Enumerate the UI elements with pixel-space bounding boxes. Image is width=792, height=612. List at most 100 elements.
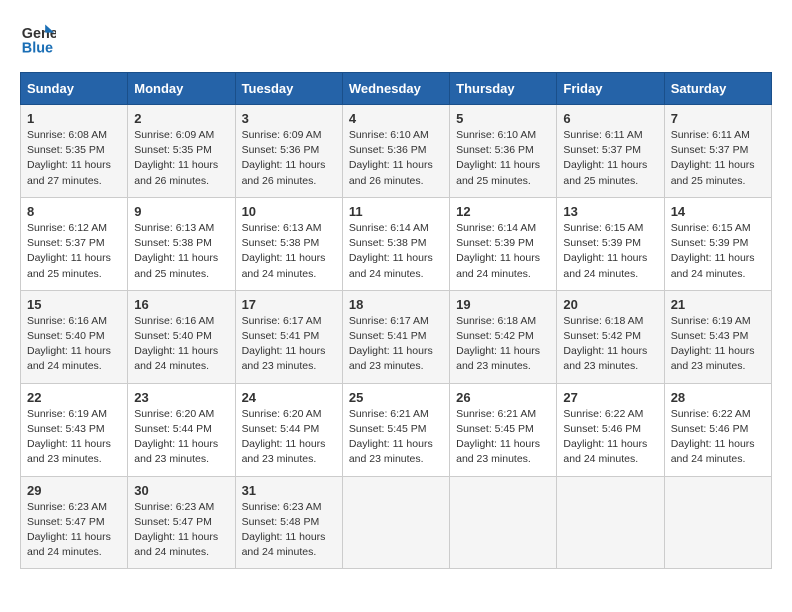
calendar-cell: 4 Sunrise: 6:10 AMSunset: 5:36 PMDayligh… [342, 105, 449, 198]
day-info: Sunrise: 6:22 AMSunset: 5:46 PMDaylight:… [563, 408, 647, 466]
calendar-cell: 25 Sunrise: 6:21 AMSunset: 5:45 PMDaylig… [342, 383, 449, 476]
header-sunday: Sunday [21, 73, 128, 105]
day-number: 2 [134, 111, 228, 126]
calendar-cell: 8 Sunrise: 6:12 AMSunset: 5:37 PMDayligh… [21, 197, 128, 290]
day-number: 25 [349, 390, 443, 405]
day-info: Sunrise: 6:16 AMSunset: 5:40 PMDaylight:… [27, 315, 111, 373]
day-info: Sunrise: 6:16 AMSunset: 5:40 PMDaylight:… [134, 315, 218, 373]
day-number: 15 [27, 297, 121, 312]
calendar-week-4: 22 Sunrise: 6:19 AMSunset: 5:43 PMDaylig… [21, 383, 772, 476]
day-info: Sunrise: 6:18 AMSunset: 5:42 PMDaylight:… [456, 315, 540, 373]
day-info: Sunrise: 6:23 AMSunset: 5:47 PMDaylight:… [134, 501, 218, 559]
day-info: Sunrise: 6:13 AMSunset: 5:38 PMDaylight:… [242, 222, 326, 280]
calendar-cell: 23 Sunrise: 6:20 AMSunset: 5:44 PMDaylig… [128, 383, 235, 476]
day-info: Sunrise: 6:18 AMSunset: 5:42 PMDaylight:… [563, 315, 647, 373]
calendar-week-3: 15 Sunrise: 6:16 AMSunset: 5:40 PMDaylig… [21, 290, 772, 383]
day-number: 13 [563, 204, 657, 219]
calendar-header-row: SundayMondayTuesdayWednesdayThursdayFrid… [21, 73, 772, 105]
day-info: Sunrise: 6:15 AMSunset: 5:39 PMDaylight:… [563, 222, 647, 280]
day-number: 10 [242, 204, 336, 219]
day-info: Sunrise: 6:14 AMSunset: 5:38 PMDaylight:… [349, 222, 433, 280]
header-monday: Monday [128, 73, 235, 105]
day-number: 3 [242, 111, 336, 126]
day-info: Sunrise: 6:12 AMSunset: 5:37 PMDaylight:… [27, 222, 111, 280]
day-info: Sunrise: 6:09 AMSunset: 5:35 PMDaylight:… [134, 129, 218, 187]
day-number: 14 [671, 204, 765, 219]
day-info: Sunrise: 6:19 AMSunset: 5:43 PMDaylight:… [27, 408, 111, 466]
calendar-cell: 21 Sunrise: 6:19 AMSunset: 5:43 PMDaylig… [664, 290, 771, 383]
day-number: 28 [671, 390, 765, 405]
svg-text:Blue: Blue [22, 40, 53, 56]
day-info: Sunrise: 6:11 AMSunset: 5:37 PMDaylight:… [563, 129, 647, 187]
day-number: 23 [134, 390, 228, 405]
calendar-cell: 18 Sunrise: 6:17 AMSunset: 5:41 PMDaylig… [342, 290, 449, 383]
day-number: 16 [134, 297, 228, 312]
day-info: Sunrise: 6:17 AMSunset: 5:41 PMDaylight:… [242, 315, 326, 373]
day-info: Sunrise: 6:23 AMSunset: 5:48 PMDaylight:… [242, 501, 326, 559]
logo: General Blue [20, 20, 62, 56]
calendar-cell: 29 Sunrise: 6:23 AMSunset: 5:47 PMDaylig… [21, 476, 128, 569]
page-header: General Blue [20, 20, 772, 56]
day-number: 22 [27, 390, 121, 405]
calendar-cell: 15 Sunrise: 6:16 AMSunset: 5:40 PMDaylig… [21, 290, 128, 383]
calendar-cell [664, 476, 771, 569]
calendar-week-2: 8 Sunrise: 6:12 AMSunset: 5:37 PMDayligh… [21, 197, 772, 290]
calendar-cell: 14 Sunrise: 6:15 AMSunset: 5:39 PMDaylig… [664, 197, 771, 290]
day-info: Sunrise: 6:23 AMSunset: 5:47 PMDaylight:… [27, 501, 111, 559]
calendar-cell: 16 Sunrise: 6:16 AMSunset: 5:40 PMDaylig… [128, 290, 235, 383]
calendar-week-5: 29 Sunrise: 6:23 AMSunset: 5:47 PMDaylig… [21, 476, 772, 569]
day-info: Sunrise: 6:17 AMSunset: 5:41 PMDaylight:… [349, 315, 433, 373]
day-number: 5 [456, 111, 550, 126]
day-number: 8 [27, 204, 121, 219]
calendar-cell: 30 Sunrise: 6:23 AMSunset: 5:47 PMDaylig… [128, 476, 235, 569]
calendar-cell [342, 476, 449, 569]
day-number: 4 [349, 111, 443, 126]
calendar-cell: 24 Sunrise: 6:20 AMSunset: 5:44 PMDaylig… [235, 383, 342, 476]
day-number: 11 [349, 204, 443, 219]
calendar-cell [450, 476, 557, 569]
day-number: 24 [242, 390, 336, 405]
calendar-cell: 2 Sunrise: 6:09 AMSunset: 5:35 PMDayligh… [128, 105, 235, 198]
calendar-cell: 22 Sunrise: 6:19 AMSunset: 5:43 PMDaylig… [21, 383, 128, 476]
calendar-cell: 17 Sunrise: 6:17 AMSunset: 5:41 PMDaylig… [235, 290, 342, 383]
day-info: Sunrise: 6:11 AMSunset: 5:37 PMDaylight:… [671, 129, 755, 187]
calendar-cell: 11 Sunrise: 6:14 AMSunset: 5:38 PMDaylig… [342, 197, 449, 290]
calendar-cell: 31 Sunrise: 6:23 AMSunset: 5:48 PMDaylig… [235, 476, 342, 569]
day-number: 19 [456, 297, 550, 312]
day-number: 18 [349, 297, 443, 312]
logo-icon: General Blue [20, 20, 56, 56]
day-number: 17 [242, 297, 336, 312]
day-number: 7 [671, 111, 765, 126]
day-number: 31 [242, 483, 336, 498]
calendar-cell: 13 Sunrise: 6:15 AMSunset: 5:39 PMDaylig… [557, 197, 664, 290]
day-number: 26 [456, 390, 550, 405]
day-info: Sunrise: 6:08 AMSunset: 5:35 PMDaylight:… [27, 129, 111, 187]
calendar-cell: 5 Sunrise: 6:10 AMSunset: 5:36 PMDayligh… [450, 105, 557, 198]
day-number: 21 [671, 297, 765, 312]
calendar-cell: 1 Sunrise: 6:08 AMSunset: 5:35 PMDayligh… [21, 105, 128, 198]
day-number: 29 [27, 483, 121, 498]
day-info: Sunrise: 6:14 AMSunset: 5:39 PMDaylight:… [456, 222, 540, 280]
calendar-cell [557, 476, 664, 569]
day-info: Sunrise: 6:19 AMSunset: 5:43 PMDaylight:… [671, 315, 755, 373]
day-info: Sunrise: 6:10 AMSunset: 5:36 PMDaylight:… [349, 129, 433, 187]
day-number: 6 [563, 111, 657, 126]
day-info: Sunrise: 6:15 AMSunset: 5:39 PMDaylight:… [671, 222, 755, 280]
day-info: Sunrise: 6:09 AMSunset: 5:36 PMDaylight:… [242, 129, 326, 187]
calendar-cell: 28 Sunrise: 6:22 AMSunset: 5:46 PMDaylig… [664, 383, 771, 476]
day-info: Sunrise: 6:13 AMSunset: 5:38 PMDaylight:… [134, 222, 218, 280]
header-tuesday: Tuesday [235, 73, 342, 105]
header-saturday: Saturday [664, 73, 771, 105]
day-number: 20 [563, 297, 657, 312]
calendar-cell: 19 Sunrise: 6:18 AMSunset: 5:42 PMDaylig… [450, 290, 557, 383]
day-info: Sunrise: 6:21 AMSunset: 5:45 PMDaylight:… [349, 408, 433, 466]
calendar-cell: 12 Sunrise: 6:14 AMSunset: 5:39 PMDaylig… [450, 197, 557, 290]
calendar-cell: 10 Sunrise: 6:13 AMSunset: 5:38 PMDaylig… [235, 197, 342, 290]
day-number: 9 [134, 204, 228, 219]
day-info: Sunrise: 6:21 AMSunset: 5:45 PMDaylight:… [456, 408, 540, 466]
calendar-cell: 6 Sunrise: 6:11 AMSunset: 5:37 PMDayligh… [557, 105, 664, 198]
day-number: 12 [456, 204, 550, 219]
calendar-cell: 3 Sunrise: 6:09 AMSunset: 5:36 PMDayligh… [235, 105, 342, 198]
day-number: 1 [27, 111, 121, 126]
day-info: Sunrise: 6:22 AMSunset: 5:46 PMDaylight:… [671, 408, 755, 466]
